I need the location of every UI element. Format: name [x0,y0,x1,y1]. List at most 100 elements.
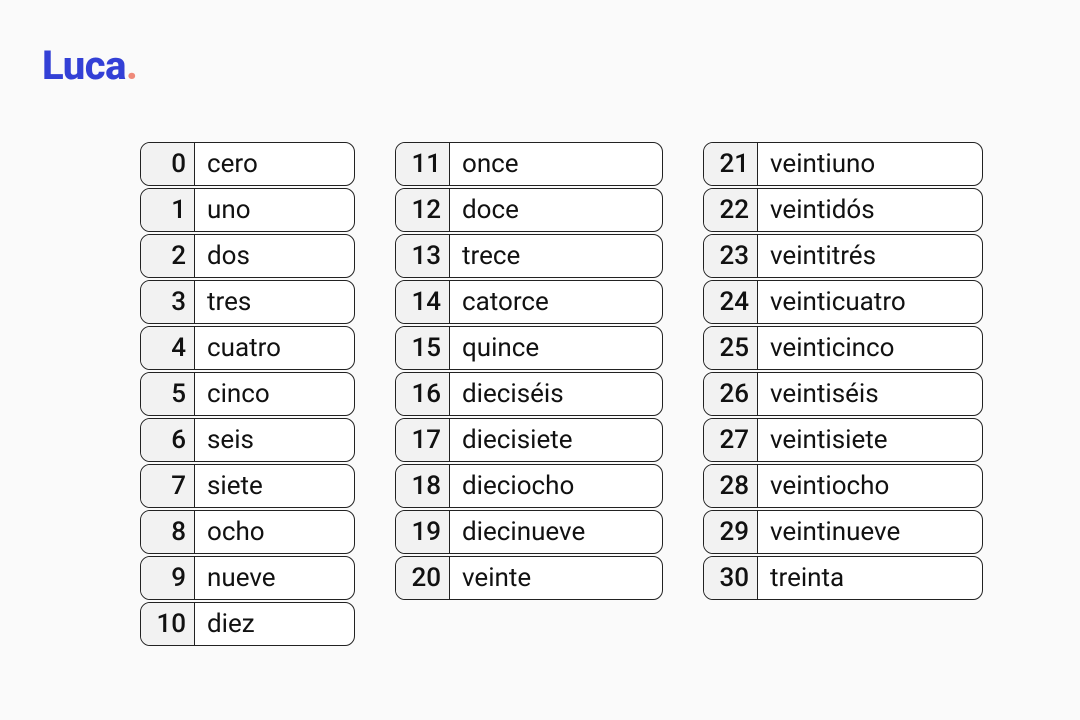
word-cell: siete [195,465,354,507]
column-2: 21veintiuno 22veintidós 23veintitrés 24v… [703,142,983,648]
number-cell: 4 [141,327,195,369]
table-row: 27veintisiete [703,418,983,462]
number-cell: 30 [704,557,758,599]
word-cell: tres [195,281,354,323]
table-row: 1uno [140,188,355,232]
table-row: 2dos [140,234,355,278]
word-cell: diecinueve [450,511,662,553]
table-row: 15quince [395,326,663,370]
word-cell: veinticuatro [758,281,982,323]
number-cell: 15 [396,327,450,369]
table-row: 7siete [140,464,355,508]
number-cell: 24 [704,281,758,323]
table-row: 25veinticinco [703,326,983,370]
number-cell: 6 [141,419,195,461]
number-cell: 21 [704,143,758,185]
table-row: 17diecisiete [395,418,663,462]
number-cell: 20 [396,557,450,599]
word-cell: cinco [195,373,354,415]
table-row: 5cinco [140,372,355,416]
table-row: 16dieciséis [395,372,663,416]
number-cell: 3 [141,281,195,323]
table-row: 10diez [140,602,355,646]
word-cell: cero [195,143,354,185]
word-cell: quince [450,327,662,369]
table-row: 0cero [140,142,355,186]
number-cell: 18 [396,465,450,507]
number-cell: 22 [704,189,758,231]
table-row: 24veinticuatro [703,280,983,324]
word-cell: veintiséis [758,373,982,415]
number-cell: 7 [141,465,195,507]
table-row: 18dieciocho [395,464,663,508]
word-cell: veintisiete [758,419,982,461]
number-cell: 11 [396,143,450,185]
table-row: 12doce [395,188,663,232]
table-row: 11once [395,142,663,186]
word-cell: diez [195,603,354,645]
word-cell: treinta [758,557,982,599]
column-0: 0cero 1uno 2dos 3tres 4cuatro 5cinco 6se… [140,142,355,648]
number-cell: 25 [704,327,758,369]
table-row: 9nueve [140,556,355,600]
word-cell: catorce [450,281,662,323]
number-cell: 27 [704,419,758,461]
table-row: 30treinta [703,556,983,600]
table-row: 19diecinueve [395,510,663,554]
table-row: 8ocho [140,510,355,554]
number-cell: 16 [396,373,450,415]
word-cell: doce [450,189,662,231]
number-cell: 1 [141,189,195,231]
number-cell: 10 [141,603,195,645]
number-cell: 28 [704,465,758,507]
table-row: 22veintidós [703,188,983,232]
number-cell: 13 [396,235,450,277]
number-cell: 0 [141,143,195,185]
number-cell: 29 [704,511,758,553]
number-cell: 8 [141,511,195,553]
logo-dot: . [126,42,137,89]
word-cell: veintiuno [758,143,982,185]
word-cell: veinte [450,557,662,599]
word-cell: diecisiete [450,419,662,461]
table-row: 14catorce [395,280,663,324]
table-row: 29veintinueve [703,510,983,554]
number-cell: 5 [141,373,195,415]
number-cell: 17 [396,419,450,461]
table-row: 26veintiséis [703,372,983,416]
word-cell: ocho [195,511,354,553]
word-cell: cuatro [195,327,354,369]
word-cell: veintitrés [758,235,982,277]
table-row: 13trece [395,234,663,278]
word-cell: veintinueve [758,511,982,553]
word-cell: nueve [195,557,354,599]
table-row: 3tres [140,280,355,324]
logo: Luca. [42,42,137,89]
table-row: 20veinte [395,556,663,600]
table-row: 23veintitrés [703,234,983,278]
table-row: 21veintiuno [703,142,983,186]
word-cell: uno [195,189,354,231]
table-row: 4cuatro [140,326,355,370]
number-cell: 2 [141,235,195,277]
word-cell: trece [450,235,662,277]
word-cell: dos [195,235,354,277]
word-cell: veinticinco [758,327,982,369]
number-cell: 14 [396,281,450,323]
word-cell: seis [195,419,354,461]
table-row: 28veintiocho [703,464,983,508]
word-cell: veintidós [758,189,982,231]
number-columns: 0cero 1uno 2dos 3tres 4cuatro 5cinco 6se… [140,142,983,648]
number-cell: 19 [396,511,450,553]
number-cell: 23 [704,235,758,277]
word-cell: dieciséis [450,373,662,415]
number-cell: 9 [141,557,195,599]
word-cell: once [450,143,662,185]
column-1: 11once 12doce 13trece 14catorce 15quince… [395,142,663,648]
number-cell: 26 [704,373,758,415]
word-cell: veintiocho [758,465,982,507]
logo-text: Luca [42,42,126,89]
word-cell: dieciocho [450,465,662,507]
number-cell: 12 [396,189,450,231]
table-row: 6seis [140,418,355,462]
